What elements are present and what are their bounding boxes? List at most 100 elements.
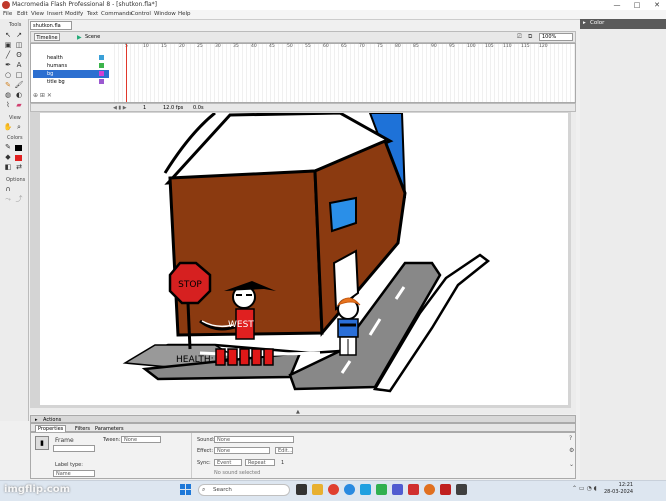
frame-grid[interactable]: 5101520253035404550556065707580859095100… — [111, 44, 575, 102]
menu-text[interactable]: Text — [87, 11, 98, 17]
fill-swatch[interactable] — [15, 155, 22, 161]
menu-help[interactable]: Help — [178, 11, 191, 17]
free-transform-icon[interactable]: ▣ — [3, 41, 13, 50]
menu-edit[interactable]: Edit — [17, 11, 28, 17]
frame-number: 50 — [287, 44, 293, 49]
brush-tool-icon[interactable]: 🖌 — [14, 81, 24, 90]
flash-taskbar-icon[interactable] — [408, 484, 419, 495]
color-panel-header[interactable]: ▸ Color — [580, 19, 666, 29]
horizontal-scrollbar[interactable]: ▲ — [30, 408, 576, 415]
layer-row-humans[interactable]: humans — [33, 62, 109, 70]
effect-select[interactable]: None — [214, 447, 270, 454]
hand-tool-icon[interactable]: ✋ — [3, 123, 13, 132]
snap-magnet-icon[interactable]: ∩ — [3, 185, 13, 194]
color-expand-icon: ▸ — [583, 20, 586, 26]
edge-icon[interactable] — [344, 484, 355, 495]
arrow-tool-icon[interactable]: ↖ — [3, 31, 13, 40]
ink-bottle-icon[interactable]: ◍ — [3, 91, 13, 100]
health-bar — [215, 348, 274, 366]
frame-number: 80 — [395, 44, 401, 49]
text-tool-icon[interactable]: A — [14, 61, 24, 70]
layer-row-title-bg[interactable]: title bg — [33, 78, 109, 86]
health-block — [227, 348, 238, 366]
line-tool-icon[interactable]: ╱ — [3, 51, 13, 60]
help-icon[interactable]: ? — [569, 435, 572, 442]
tray-icons[interactable]: ⌃ ▭ ◔ ◖ — [572, 485, 597, 492]
layer-name: title bg — [47, 79, 65, 85]
layer-row-bg[interactable]: bg — [33, 70, 109, 78]
menu-window[interactable]: Window — [154, 11, 176, 17]
actions-panel-header[interactable]: ▸ Actions — [30, 415, 576, 423]
maximize-button[interactable]: □ — [630, 0, 644, 10]
playhead[interactable] — [126, 44, 127, 102]
label-type-label: Label type: — [55, 462, 83, 468]
zoom-tool-icon[interactable]: ⌕ — [14, 123, 24, 132]
edit-button[interactable]: Edit... — [275, 447, 293, 454]
subselect-tool-icon[interactable]: ↗ — [14, 31, 24, 40]
smooth-option-icon[interactable]: ⤳ — [3, 195, 13, 204]
sound-select[interactable]: None — [214, 436, 294, 443]
eraser-icon[interactable]: ▰ — [14, 101, 24, 110]
paint-bucket-icon[interactable]: ◐ — [14, 91, 24, 100]
zoom-select[interactable]: 100% — [539, 33, 573, 41]
menu-commands[interactable]: Commands — [101, 11, 132, 17]
eyedropper-icon[interactable]: ⌇ — [3, 101, 13, 110]
close-button[interactable]: ✕ — [650, 0, 664, 10]
taskbar-clock[interactable]: 12:21 28-03-2024 — [604, 482, 633, 496]
sync-select[interactable]: Event — [214, 459, 242, 466]
menu-control[interactable]: Control — [131, 11, 151, 17]
file-explorer-icon[interactable] — [312, 484, 323, 495]
start-icon[interactable] — [180, 484, 191, 495]
minimize-button[interactable]: — — [610, 0, 624, 10]
fill-color-icon[interactable]: ◆ — [3, 153, 13, 162]
stroke-color-icon[interactable]: ✎ — [3, 143, 13, 152]
center-frame-icon[interactable]: ◀ ▮ ▶ — [113, 105, 127, 111]
expand-icon[interactable]: ⌄ — [569, 461, 574, 468]
label-type-select[interactable]: Name — [53, 470, 95, 477]
teams-icon[interactable] — [392, 484, 403, 495]
stroke-swatch[interactable] — [15, 145, 22, 151]
vertical-scrollbar[interactable] — [571, 112, 576, 412]
scene-label: Scene — [85, 34, 101, 40]
edit-symbol-icon[interactable]: ⧉ — [528, 33, 532, 41]
frame-number: 95 — [449, 44, 455, 49]
fill-transform-icon[interactable]: ◫ — [14, 41, 24, 50]
lasso-tool-icon[interactable]: ʘ — [14, 51, 24, 60]
document-tab[interactable]: shutkon.fla — [30, 21, 72, 30]
menu-insert[interactable]: Insert — [47, 11, 63, 17]
menu-view[interactable]: View — [31, 11, 44, 17]
black-white-icon[interactable]: ◧ — [3, 163, 13, 172]
pen-tool-icon[interactable]: ✒ — [3, 61, 13, 70]
frame-name-input[interactable] — [53, 445, 95, 452]
oval-tool-icon[interactable]: ○ — [3, 71, 13, 80]
pencil-tool-icon[interactable]: ✎ — [3, 81, 13, 90]
edit-scene-icon[interactable]: ⎚ — [517, 33, 522, 41]
app2-icon[interactable] — [456, 484, 467, 495]
frame-number: 120 — [539, 44, 548, 49]
timeline-toggle-button[interactable]: Timeline — [34, 33, 60, 41]
menu-file[interactable]: File — [3, 11, 12, 17]
app-icon[interactable] — [376, 484, 387, 495]
options-icon[interactable]: ⚙ — [569, 447, 574, 454]
frame-icon: ▮ — [35, 436, 49, 450]
task-view-icon[interactable] — [296, 484, 307, 495]
opera-icon[interactable] — [440, 484, 451, 495]
swap-colors-icon[interactable]: ⇄ — [14, 163, 24, 172]
straighten-option-icon[interactable]: ⤴ — [14, 195, 24, 204]
store-icon[interactable] — [360, 484, 371, 495]
menu-modify[interactable]: Modify — [65, 11, 83, 17]
health-block — [239, 348, 250, 366]
repeat-select[interactable]: Repeat — [245, 459, 275, 466]
add-layer-icon[interactable]: ⊕ ⊞ ✕ — [33, 92, 52, 99]
color-panel-label: Color — [590, 20, 605, 26]
taskbar-search[interactable]: Search — [198, 484, 290, 496]
chrome-icon[interactable] — [328, 484, 339, 495]
stage[interactable]: STOP WEST HEALTH: — [40, 111, 568, 405]
tween-select[interactable]: None — [121, 436, 161, 443]
firefox-icon[interactable] — [424, 484, 435, 495]
current-frame: 1 — [143, 105, 147, 111]
no-sound-text: No sound selected — [214, 470, 261, 476]
layer-name: bg — [47, 71, 54, 77]
layer-row-health[interactable]: health — [33, 54, 109, 62]
rect-tool-icon[interactable]: □ — [14, 71, 24, 80]
